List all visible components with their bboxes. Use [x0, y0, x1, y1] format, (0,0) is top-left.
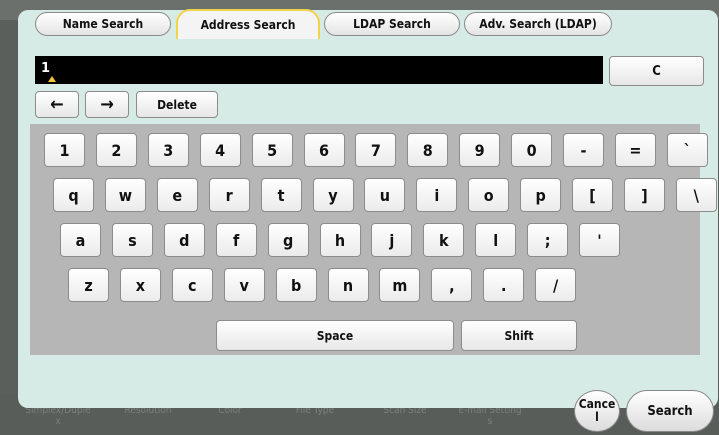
clear-button[interactable]: C: [609, 56, 704, 86]
key[interactable]: m: [379, 268, 421, 302]
key[interactable]: v: [223, 268, 265, 302]
shift-key[interactable]: Shift: [461, 320, 577, 351]
key[interactable]: n: [327, 268, 369, 302]
key[interactable]: /: [535, 268, 577, 302]
key[interactable]: o: [468, 178, 510, 212]
search-input-value: 1: [41, 61, 51, 76]
key[interactable]: .: [483, 268, 525, 302]
cursor-right-icon[interactable]: →: [85, 91, 129, 118]
key[interactable]: [: [572, 178, 613, 212]
key[interactable]: e: [156, 178, 198, 212]
key[interactable]: 6: [303, 133, 345, 167]
key[interactable]: q: [53, 178, 94, 212]
key[interactable]: h: [319, 223, 361, 257]
tab-ldap-search[interactable]: LDAP Search: [324, 12, 460, 36]
key[interactable]: r: [208, 178, 250, 212]
menu-simplex-duplex: Simplex/Duple x: [25, 405, 91, 427]
tab-address-search[interactable]: Address Search: [176, 9, 320, 39]
key[interactable]: p: [520, 178, 562, 212]
key[interactable]: s: [111, 223, 153, 257]
key[interactable]: k: [423, 223, 465, 257]
key[interactable]: 5: [251, 133, 293, 167]
key[interactable]: x: [119, 268, 161, 302]
key[interactable]: c: [171, 268, 213, 302]
key[interactable]: 8: [407, 133, 449, 167]
key[interactable]: `: [666, 133, 708, 167]
key[interactable]: 9: [459, 133, 501, 167]
cursor-left-icon[interactable]: ←: [35, 91, 79, 118]
key[interactable]: 3: [147, 133, 189, 167]
delete-button[interactable]: Delete: [136, 91, 218, 118]
key[interactable]: ,: [431, 268, 473, 302]
key[interactable]: f: [215, 223, 257, 257]
key[interactable]: =: [614, 133, 656, 167]
tab-adv-search-ldap[interactable]: Adv. Search (LDAP): [464, 12, 612, 36]
key[interactable]: ;: [527, 223, 569, 257]
keyboard-area: Space Shift 1 2 3 4 5 6 7 8 9 0- = ` q w e r t y u i o p [] \ a s…: [30, 124, 717, 355]
key[interactable]: 1: [44, 133, 85, 167]
key[interactable]: u: [364, 178, 406, 212]
key[interactable]: l: [475, 223, 517, 257]
key[interactable]: ]: [623, 178, 665, 212]
key[interactable]: b: [275, 268, 317, 302]
tab-name-search[interactable]: Name Search: [35, 12, 171, 36]
key[interactable]: z: [68, 268, 109, 302]
key[interactable]: j: [371, 223, 413, 257]
key[interactable]: 2: [95, 133, 137, 167]
key[interactable]: 7: [355, 133, 397, 167]
search-button[interactable]: Search: [626, 390, 714, 432]
menu-email-settings: E-mail Setting s: [458, 405, 522, 427]
key[interactable]: 0: [511, 133, 553, 167]
key[interactable]: a: [60, 223, 101, 257]
key[interactable]: y: [312, 178, 354, 212]
search-input[interactable]: 1: [35, 56, 603, 84]
space-key[interactable]: Space: [216, 320, 454, 351]
cancel-button[interactable]: Cance l: [574, 390, 620, 432]
key[interactable]: ': [579, 223, 620, 257]
key[interactable]: \: [675, 178, 717, 212]
key[interactable]: g: [267, 223, 309, 257]
text-cursor-icon: [48, 76, 56, 82]
key[interactable]: d: [163, 223, 205, 257]
key[interactable]: t: [260, 178, 302, 212]
key[interactable]: 4: [199, 133, 241, 167]
key[interactable]: -: [563, 133, 604, 167]
key[interactable]: w: [104, 178, 146, 212]
key[interactable]: i: [416, 178, 458, 212]
